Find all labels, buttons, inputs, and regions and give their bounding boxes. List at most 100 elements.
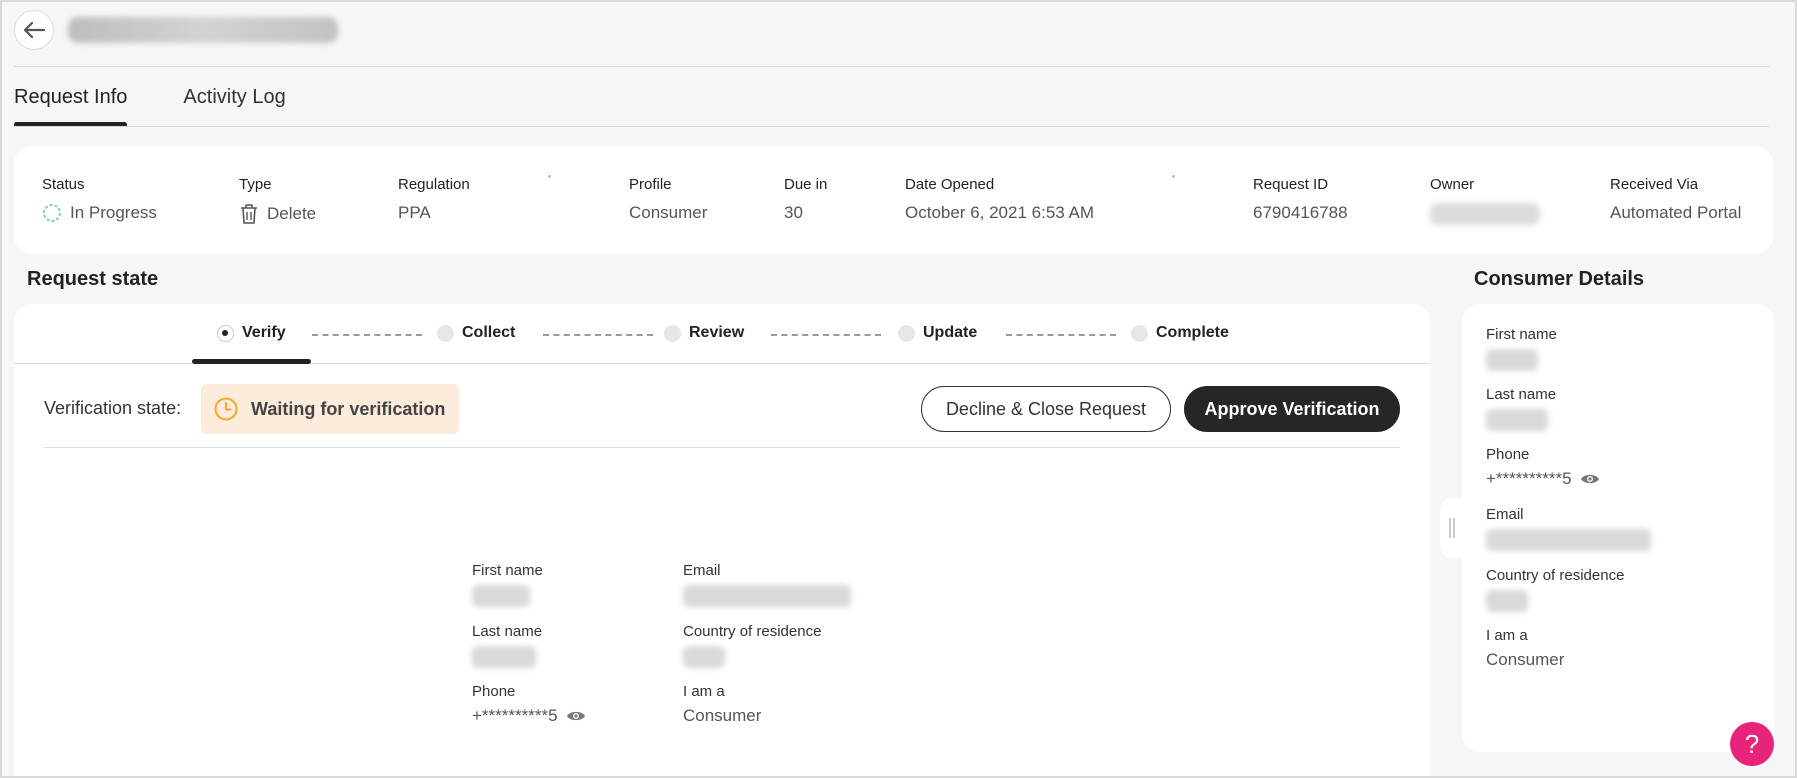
consumer-i-am-a: I am a Consumer bbox=[1486, 627, 1564, 670]
field-label: First name bbox=[472, 562, 543, 579]
request-state-card: Verify Collect Review Update Complete Ve… bbox=[14, 304, 1430, 776]
redacted-value bbox=[1486, 349, 1538, 371]
step-collect[interactable]: Collect bbox=[437, 324, 515, 342]
field-label: I am a bbox=[683, 683, 725, 700]
verification-row: Verification state: Waiting for verifica… bbox=[44, 384, 1400, 448]
field-label: Phone bbox=[472, 683, 516, 700]
phone-value: +**********5 bbox=[472, 706, 558, 725]
consumer-phone: Phone +**********5 bbox=[1486, 446, 1600, 489]
consumer-details-card: First name Last name Phone +**********5 … bbox=[1462, 304, 1774, 752]
summary-label: Owner bbox=[1430, 176, 1475, 193]
redacted-value bbox=[472, 646, 536, 668]
divider bbox=[14, 126, 1769, 127]
separator-dot bbox=[548, 175, 551, 178]
trash-icon bbox=[241, 204, 257, 224]
i-am-a-value: Consumer bbox=[1486, 650, 1565, 669]
step-complete[interactable]: Complete bbox=[1131, 324, 1229, 342]
step-indicator bbox=[437, 324, 454, 342]
field-country: Country of residence bbox=[683, 623, 821, 668]
step-label: Collect bbox=[462, 324, 516, 341]
field-label: I am a bbox=[1486, 627, 1528, 644]
step-indicator bbox=[1131, 324, 1148, 342]
summary-label: Received Via bbox=[1610, 176, 1699, 193]
summary-label: Regulation bbox=[398, 176, 470, 193]
step-review[interactable]: Review bbox=[664, 324, 744, 342]
regulation-value: PPA bbox=[398, 203, 431, 222]
top-bar bbox=[14, 10, 338, 50]
date-opened-value: October 6, 2021 6:53 AM bbox=[905, 203, 1095, 222]
consumer-details-title: Consumer Details bbox=[1474, 268, 1645, 290]
consumer-country: Country of residence bbox=[1486, 567, 1624, 612]
step-update[interactable]: Update bbox=[898, 324, 977, 342]
summary-regulation: Regulation PPA bbox=[398, 176, 470, 223]
redacted-owner bbox=[1430, 203, 1540, 225]
received-via-value: Automated Portal bbox=[1610, 203, 1742, 222]
consumer-last-name: Last name bbox=[1486, 386, 1556, 431]
field-first-name: First name bbox=[472, 562, 543, 607]
request-state-title: Request state bbox=[27, 268, 159, 290]
consumer-first-name: First name bbox=[1486, 326, 1557, 371]
verification-status-badge: Waiting for verification bbox=[201, 384, 459, 434]
decline-close-request-button[interactable]: Decline & Close Request bbox=[921, 386, 1171, 432]
summary-type: Type Delete bbox=[239, 176, 316, 225]
tab-activity-log[interactable]: Activity Log bbox=[183, 82, 285, 128]
progress-ring-icon bbox=[43, 204, 61, 222]
summary-label: Date Opened bbox=[905, 176, 995, 193]
summary-received-via: Received Via Automated Portal bbox=[1610, 176, 1741, 223]
field-label: Country of residence bbox=[683, 623, 822, 640]
summary-owner: Owner bbox=[1430, 176, 1540, 225]
step-label: Update bbox=[923, 324, 978, 341]
step-connector bbox=[543, 334, 653, 336]
drag-handle-icon bbox=[1449, 518, 1455, 538]
step-verify[interactable]: Verify bbox=[217, 324, 286, 342]
redacted-value bbox=[683, 646, 725, 668]
summary-label: Due in bbox=[784, 176, 828, 193]
arrow-left-icon bbox=[23, 21, 45, 39]
field-label: Last name bbox=[472, 623, 543, 640]
summary-profile: Profile Consumer bbox=[629, 176, 707, 223]
field-label: Phone bbox=[1486, 446, 1530, 463]
field-label: Email bbox=[683, 562, 721, 579]
redacted-value bbox=[1486, 529, 1651, 551]
request-summary-card: Status In Progress Type Delete Regulatio… bbox=[14, 146, 1773, 254]
panel-resize-handle[interactable] bbox=[1440, 498, 1464, 558]
type-value: Delete bbox=[267, 204, 317, 223]
question-icon: ? bbox=[1744, 728, 1760, 759]
step-indicator bbox=[898, 324, 915, 342]
status-value: In Progress bbox=[70, 203, 157, 222]
field-label: Email bbox=[1486, 506, 1524, 523]
approve-verification-button[interactable]: Approve Verification bbox=[1184, 386, 1400, 432]
verification-label: Verification state: bbox=[44, 398, 182, 418]
profile-value: Consumer bbox=[629, 203, 708, 222]
due-in-value: 30 bbox=[784, 203, 803, 222]
field-i-am-a: I am a Consumer bbox=[683, 683, 761, 726]
tab-request-info[interactable]: Request Info bbox=[14, 82, 128, 128]
back-button[interactable] bbox=[14, 10, 54, 50]
field-email: Email bbox=[683, 562, 851, 607]
i-am-a-value: Consumer bbox=[683, 706, 762, 725]
separator-dot bbox=[1172, 175, 1175, 178]
clock-icon bbox=[214, 397, 238, 421]
phone-value: +**********5 bbox=[1486, 469, 1572, 488]
redacted-email bbox=[68, 17, 338, 43]
eye-icon[interactable] bbox=[1580, 472, 1600, 486]
summary-request-id: Request ID 6790416788 bbox=[1253, 176, 1348, 223]
summary-label: Profile bbox=[629, 176, 672, 193]
redacted-value bbox=[1486, 409, 1548, 431]
step-label: Complete bbox=[1156, 324, 1229, 341]
app-frame: Request Info Activity Log Status In Prog… bbox=[0, 0, 1797, 778]
divider bbox=[14, 66, 1769, 67]
eye-icon[interactable] bbox=[566, 709, 586, 723]
verification-status-text: Waiting for verification bbox=[251, 398, 446, 419]
step-connector bbox=[771, 334, 881, 336]
summary-due-in: Due in 30 bbox=[784, 176, 827, 223]
request-id-value: 6790416788 bbox=[1253, 203, 1348, 222]
summary-status: Status In Progress bbox=[42, 176, 157, 223]
summary-date-opened: Date Opened October 6, 2021 6:53 AM bbox=[905, 176, 1094, 223]
summary-label: Request ID bbox=[1253, 176, 1329, 193]
step-connector bbox=[312, 334, 422, 336]
redacted-value bbox=[1486, 590, 1528, 612]
help-button[interactable]: ? bbox=[1730, 722, 1774, 766]
summary-label: Status bbox=[42, 176, 85, 193]
field-label: Last name bbox=[1486, 386, 1557, 403]
